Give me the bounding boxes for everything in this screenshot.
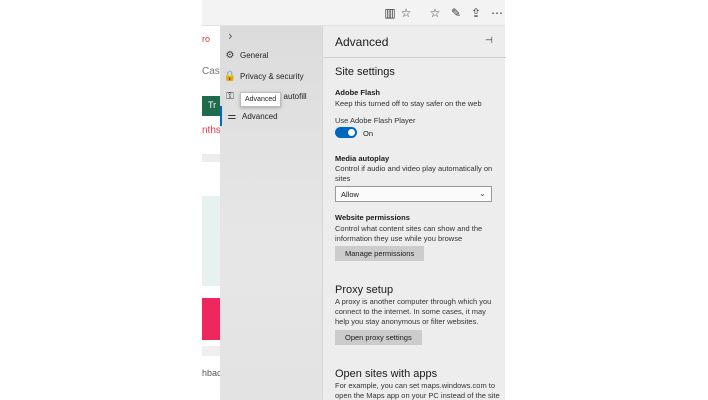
page-divider (202, 154, 222, 162)
page-bottom-text: hbac (202, 368, 222, 378)
permissions-heading: Website permissions (335, 213, 410, 222)
autoplay-selected-value: Allow (341, 190, 359, 199)
pin-icon[interactable]: ⊣ (485, 36, 493, 46)
nav-item-general[interactable]: ⚙ General (220, 45, 322, 65)
nav-item-privacy[interactable]: 🔒 Privacy & security (220, 66, 322, 86)
site-settings-heading: Site settings (335, 66, 395, 78)
nav-item-advanced[interactable]: ⚌ Advanced (220, 106, 322, 126)
autoplay-heading: Media autoplay (335, 154, 390, 163)
favorites-hub-icon[interactable]: ☆ (427, 5, 443, 21)
manage-permissions-button[interactable]: Manage permissions (335, 246, 425, 261)
autoplay-select[interactable]: Allow ⌄ (335, 186, 492, 202)
more-icon[interactable]: ⋯ (489, 5, 505, 21)
open-sites-description: For example, you can set maps.windows.co… (335, 381, 500, 400)
gear-icon: ⚙ (225, 49, 235, 61)
proxy-description: A proxy is another computer through whic… (335, 297, 492, 326)
flash-toggle[interactable] (335, 127, 357, 138)
nav-item-label: Advanced (242, 111, 278, 121)
open-proxy-settings-button[interactable]: Open proxy settings (335, 330, 422, 345)
open-sites-heading: Open sites with apps (335, 368, 438, 380)
page-title: Advanced (335, 35, 389, 49)
proxy-heading: Proxy setup (335, 284, 394, 296)
divider (323, 57, 506, 58)
tooltip: Advanced (240, 92, 282, 107)
chevron-down-icon: ⌄ (479, 189, 486, 198)
permissions-description: Control what content sites can show and … (335, 224, 483, 243)
share-icon[interactable]: ⇪ (468, 5, 484, 21)
nav-item-label: General (240, 50, 269, 60)
autoplay-description: Control if audio and video play automati… (335, 164, 493, 183)
flash-toggle-label: Use Adobe Flash Player (335, 116, 416, 125)
page-months-text: nths (202, 125, 221, 136)
settings-panel: Advanced ⊣ Site settings Adobe Flash Kee… (322, 26, 506, 400)
sliders-icon: ⚌ (227, 110, 237, 122)
browser-toolbar: ▥ ☆ ☆ ✎ ⇪ ⋯ (202, 0, 505, 26)
reading-view-icon[interactable]: ▥ (382, 5, 398, 21)
nav-item-label: Privacy & security (240, 71, 304, 81)
favorite-star-icon[interactable]: ☆ (398, 5, 414, 21)
flash-heading: Adobe Flash (335, 88, 381, 97)
lock-icon: 🔒 (223, 70, 237, 82)
page-pink-banner (202, 298, 222, 340)
collapse-chevron-icon[interactable]: › (228, 29, 233, 43)
key-icon: ⚿ (226, 90, 234, 102)
flash-description: Keep this turned off to stay safer on th… (335, 99, 482, 108)
page-image (202, 196, 222, 286)
page-divider (202, 346, 222, 356)
settings-nav: › ⚙ General 🔒 Privacy & security ⚿ & aut… (220, 26, 322, 400)
page-red-text: ro (202, 34, 211, 44)
pen-icon[interactable]: ✎ (448, 5, 464, 21)
flash-toggle-state: On (363, 129, 374, 138)
